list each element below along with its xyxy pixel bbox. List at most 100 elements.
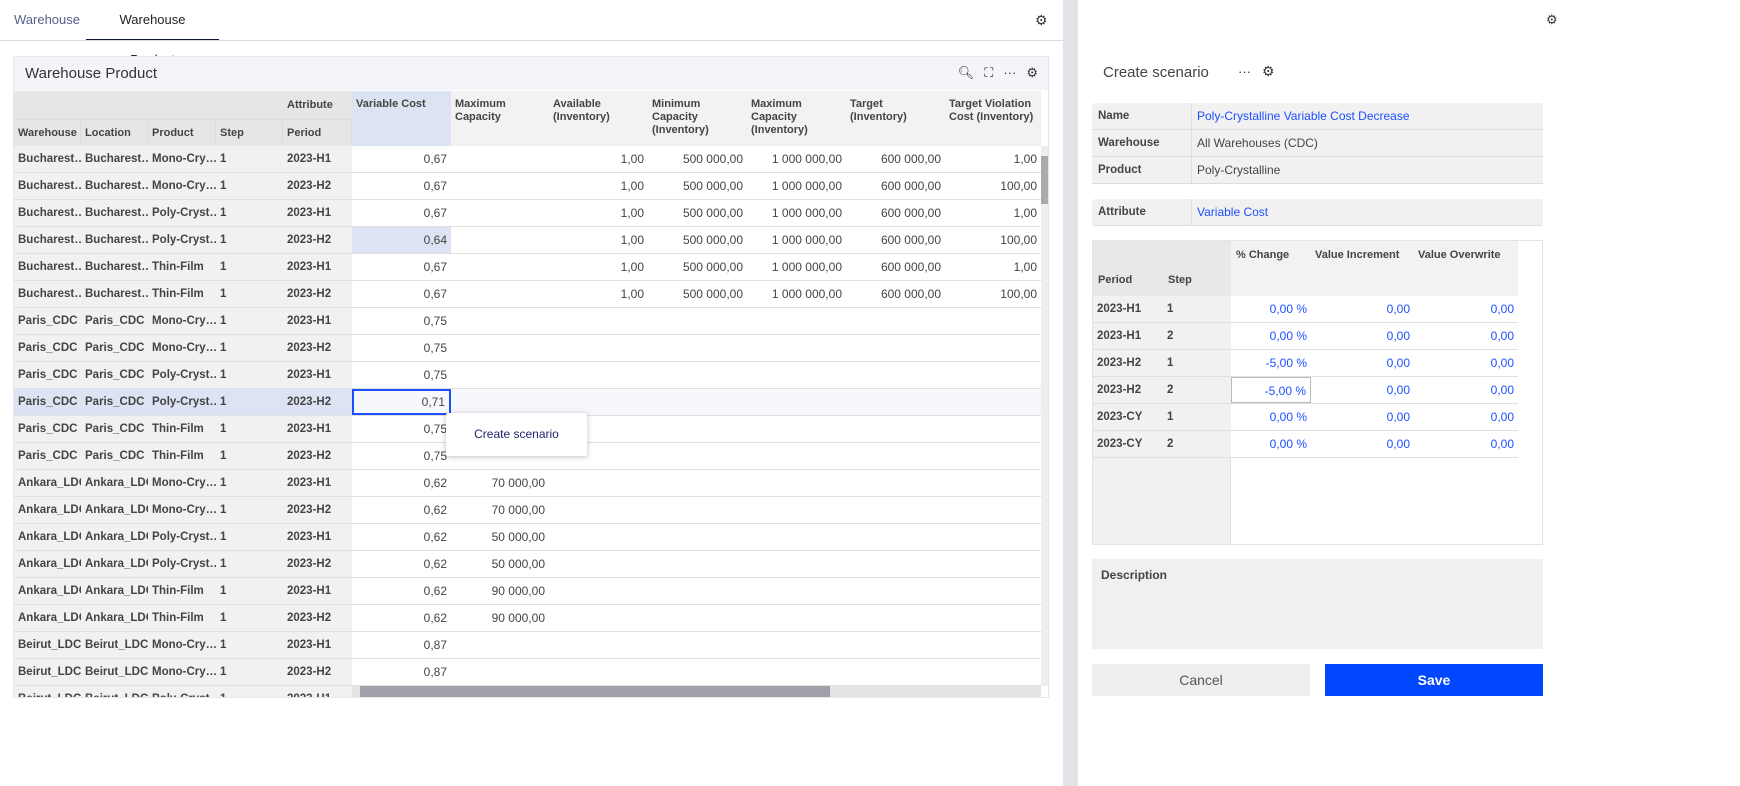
- cell-input[interactable]: 0,00: [1414, 431, 1518, 457]
- gear-icon[interactable]: ⚙: [1262, 63, 1275, 80]
- cell-value[interactable]: [648, 470, 747, 496]
- cell-value[interactable]: 0,62: [352, 470, 451, 496]
- cell-value[interactable]: [451, 362, 549, 388]
- cell-value[interactable]: [648, 632, 747, 658]
- cell-value[interactable]: [945, 470, 1041, 496]
- cell-value[interactable]: 0,67: [352, 254, 451, 280]
- cell-value[interactable]: [945, 416, 1041, 442]
- cell-value[interactable]: [648, 659, 747, 685]
- cell-value[interactable]: [747, 497, 846, 523]
- table-row[interactable]: Bucharest… Bucharest… Thin-Film 1 2023-H2 0,6…: [14, 281, 1041, 308]
- cell-value[interactable]: 500 000,00: [648, 254, 747, 280]
- cell-value[interactable]: [945, 497, 1041, 523]
- cell-value[interactable]: 100,00: [945, 173, 1041, 199]
- cell-value[interactable]: 600 000,00: [846, 254, 945, 280]
- cell-value[interactable]: 600 000,00: [846, 281, 945, 307]
- column-header-minimum-capacity-inventory-[interactable]: Minimum Capacity (Inventory): [648, 91, 747, 146]
- cell-value[interactable]: 70 000,00: [451, 470, 549, 496]
- cell-value[interactable]: 50 000,00: [451, 551, 549, 577]
- cell-value[interactable]: [451, 227, 549, 253]
- cell-value[interactable]: [747, 416, 846, 442]
- field-product[interactable]: Product Poly-Crystalline: [1092, 157, 1543, 184]
- tab-warehouse-product[interactable]: Warehouse Product: [86, 0, 219, 67]
- field-value[interactable]: All Warehouses (CDC): [1197, 130, 1318, 156]
- cell-value[interactable]: 1,00: [549, 146, 648, 172]
- field-warehouse[interactable]: Warehouse All Warehouses (CDC): [1092, 130, 1543, 157]
- cell-value[interactable]: [549, 497, 648, 523]
- cell-value[interactable]: [549, 632, 648, 658]
- cell-value[interactable]: [846, 470, 945, 496]
- table-row[interactable]: 2023-H1 2 0,00 % 0,00 0,00: [1093, 323, 1518, 350]
- cell-value[interactable]: [846, 497, 945, 523]
- more-icon[interactable]: ···: [1003, 65, 1016, 81]
- cell-value[interactable]: [451, 146, 549, 172]
- cell-value[interactable]: [846, 524, 945, 550]
- cell-value[interactable]: [846, 578, 945, 604]
- cell-value[interactable]: 0,62: [352, 497, 451, 523]
- cell-value[interactable]: [648, 578, 747, 604]
- cell-value[interactable]: [451, 173, 549, 199]
- more-icon[interactable]: ···: [1238, 64, 1251, 79]
- cell-value[interactable]: [648, 497, 747, 523]
- cell-value[interactable]: [549, 362, 648, 388]
- cell-value[interactable]: 1 000 000,00: [747, 146, 846, 172]
- cell-value[interactable]: 0,75: [352, 416, 451, 442]
- cell-value[interactable]: [846, 605, 945, 631]
- cell-value[interactable]: [747, 389, 846, 415]
- context-menu-create-scenario[interactable]: Create scenario: [446, 413, 587, 456]
- cell-value[interactable]: [846, 443, 945, 469]
- cell-value[interactable]: [747, 443, 846, 469]
- cell-value[interactable]: [549, 308, 648, 334]
- cell-input[interactable]: 0,00: [1311, 377, 1414, 403]
- table-row[interactable]: Bucharest… Bucharest… Mono-Cry… 1 2023-H2 0,6…: [14, 173, 1041, 200]
- cell-value[interactable]: [451, 389, 549, 415]
- column-header-target-inventory-[interactable]: Target (Inventory): [846, 91, 945, 146]
- cell-value[interactable]: 1,00: [945, 200, 1041, 226]
- cell-input[interactable]: 0,00: [1414, 296, 1518, 322]
- cell-value[interactable]: [549, 551, 648, 577]
- search-icon[interactable]: 🔍︎: [958, 65, 975, 81]
- cell-value[interactable]: 90 000,00: [451, 605, 549, 631]
- cell-value[interactable]: 0,67: [352, 281, 451, 307]
- cell-value[interactable]: 500 000,00: [648, 200, 747, 226]
- cell-value[interactable]: 0,67: [352, 173, 451, 199]
- cell-value[interactable]: [945, 524, 1041, 550]
- cell-value[interactable]: [549, 389, 648, 415]
- table-row[interactable]: Ankara_LDC Ankara_LDC Mono-Cry… 1 2023-H1 0,6…: [14, 470, 1041, 497]
- cell-value[interactable]: [451, 335, 549, 361]
- cell-value[interactable]: [846, 362, 945, 388]
- table-row[interactable]: Ankara_LDC Ankara_LDC Thin-Film 1 2023-H2 0,6…: [14, 605, 1041, 632]
- cell-value[interactable]: [648, 308, 747, 334]
- table-row[interactable]: Ankara_LDC Ankara_LDC Poly-Cryst… 1 2023-H2 0…: [14, 551, 1041, 578]
- cell-value[interactable]: [648, 416, 747, 442]
- cell-value[interactable]: 0,75: [352, 443, 451, 469]
- cell-input[interactable]: -5,00 %: [1231, 350, 1311, 376]
- cell-value[interactable]: [747, 362, 846, 388]
- table-row[interactable]: Paris_CDC Paris_CDC Poly-Cryst… 1 2023-H1 0,7…: [14, 362, 1041, 389]
- cell-input[interactable]: 0,00: [1414, 377, 1518, 403]
- cell-value[interactable]: [648, 524, 747, 550]
- cell-value[interactable]: 0,62: [352, 551, 451, 577]
- cell-value[interactable]: [648, 335, 747, 361]
- cell-value[interactable]: 100,00: [945, 227, 1041, 253]
- cell-value[interactable]: [451, 200, 549, 226]
- cell-value[interactable]: [945, 659, 1041, 685]
- cell-input[interactable]: 0,00: [1414, 323, 1518, 349]
- cell-value[interactable]: 0,75: [352, 335, 451, 361]
- cell-value[interactable]: [549, 470, 648, 496]
- cell-input[interactable]: 0,00 %: [1231, 404, 1311, 430]
- table-row[interactable]: Paris_CDC Paris_CDC Mono-Cry… 1 2023-H2 0,75: [14, 335, 1041, 362]
- cell-value[interactable]: 1,00: [549, 173, 648, 199]
- table-row[interactable]: Ankara_LDC Ankara_LDC Poly-Cryst… 1 2023-H1 0…: [14, 524, 1041, 551]
- vertical-scrollbar[interactable]: [1041, 146, 1048, 686]
- column-header-location[interactable]: Location: [81, 119, 148, 146]
- field-value[interactable]: Poly-Crystalline Variable Cost Decrease: [1197, 103, 1410, 129]
- cell-value[interactable]: [945, 335, 1041, 361]
- cell-value[interactable]: 0,67: [352, 146, 451, 172]
- cell-value[interactable]: [747, 335, 846, 361]
- cell-value[interactable]: [747, 551, 846, 577]
- save-button[interactable]: Save: [1325, 664, 1543, 696]
- horizontal-scrollbar[interactable]: [352, 686, 1041, 697]
- cell-value[interactable]: [549, 524, 648, 550]
- cell-value[interactable]: [451, 254, 549, 280]
